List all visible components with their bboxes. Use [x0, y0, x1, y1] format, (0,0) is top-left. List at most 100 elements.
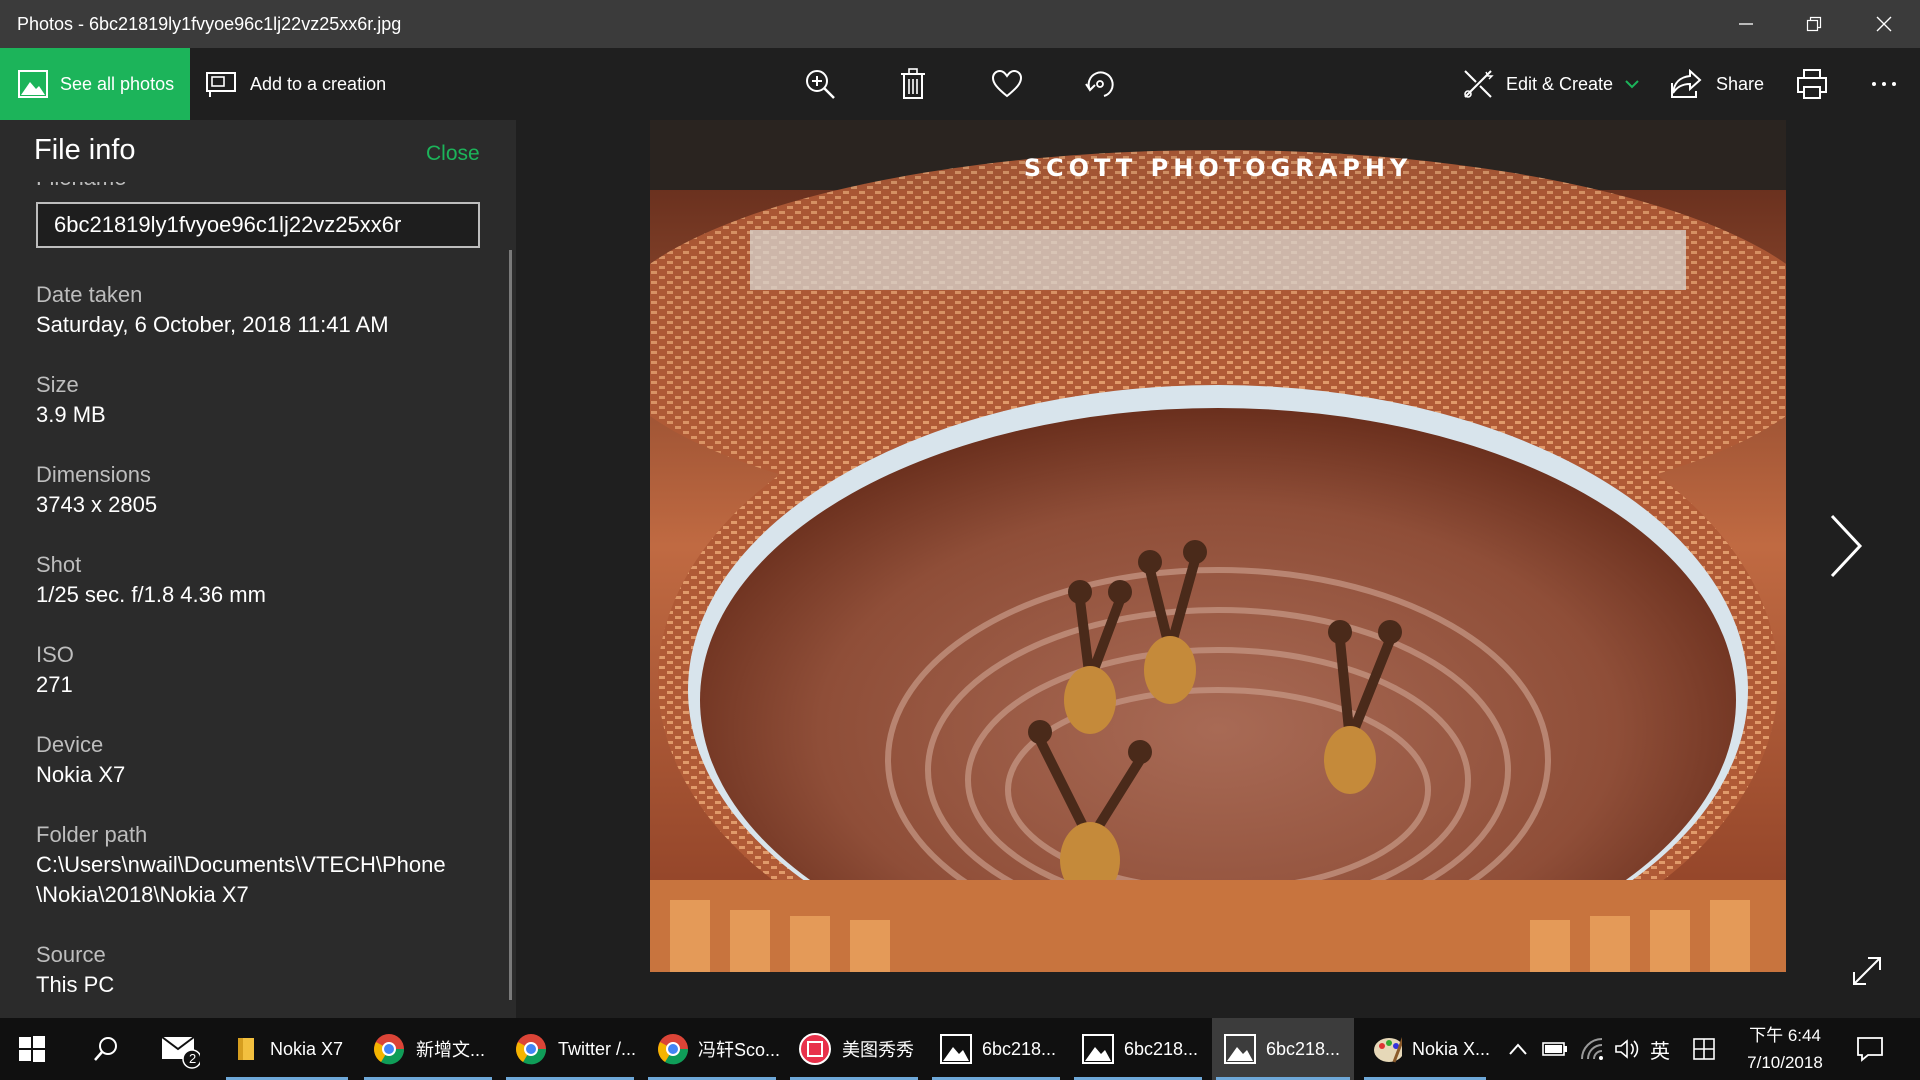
volume-control[interactable] [1614, 1018, 1640, 1080]
taskbar-app-photos-3-active[interactable]: 6bc218... [1212, 1018, 1354, 1080]
file-info-close-button[interactable]: Close [426, 142, 480, 166]
info-value: 3743 x 2805 [36, 492, 158, 517]
next-photo-button[interactable] [1826, 510, 1866, 582]
add-to-creation-label: Add to a creation [250, 73, 387, 94]
taskbar-clock[interactable]: 下午 6:44 7/10/2018 [1730, 1018, 1840, 1080]
minimize-icon [1739, 23, 1753, 25]
info-label: ISO [36, 642, 74, 667]
fullscreen-expand-icon[interactable] [1850, 954, 1884, 988]
battery-status[interactable] [1542, 1018, 1568, 1080]
action-center-button[interactable] [1856, 1018, 1884, 1080]
info-value: This PC [36, 972, 115, 997]
favorite-button[interactable] [977, 48, 1037, 120]
minimize-button[interactable] [1712, 0, 1780, 48]
battery-icon [1542, 1042, 1567, 1056]
taskbar-app-label: Twitter /... [558, 1038, 637, 1059]
toolbar: See all photos Add to a creation Edit & … [0, 48, 1920, 120]
filename-input[interactable] [36, 202, 480, 248]
panel-scrollbar[interactable] [509, 250, 512, 1000]
delete-button[interactable] [883, 48, 943, 120]
photos-icon [1082, 1034, 1114, 1064]
show-hidden-icons-button[interactable] [1508, 1018, 1528, 1080]
info-source: Source This PC [36, 940, 114, 1000]
more-options-button[interactable] [1854, 48, 1914, 120]
taskbar-app-chrome-2[interactable]: Twitter /... [502, 1018, 638, 1080]
ime-language-label: 英 [1650, 1040, 1670, 1063]
windows-logo-icon [19, 1036, 45, 1062]
share-label: Share [1716, 73, 1765, 94]
chevron-up-icon [1509, 1043, 1527, 1055]
info-dimensions: Dimensions 3743 x 2805 [36, 460, 157, 520]
taskbar-app-label: 冯轩Sco... [697, 1040, 780, 1060]
clock-date: 7/10/2018 [1747, 1053, 1823, 1072]
chrome-icon [374, 1034, 405, 1065]
taskbar-app-explorer[interactable]: Nokia X7 [222, 1018, 352, 1080]
taskbar-app-meitu[interactable]: 美图秀秀 [786, 1018, 922, 1080]
file-info-title: File info [34, 134, 136, 166]
chrome-icon [516, 1034, 547, 1065]
ime-grid-icon [1693, 1038, 1715, 1060]
file-info-panel: File info Close Filename Date taken Satu… [0, 120, 516, 1018]
restore-icon [1806, 16, 1822, 32]
taskbar-app-label: 6bc218... [1124, 1038, 1199, 1059]
info-label: Folder path [36, 822, 148, 847]
edit-create-label: Edit & Create [1506, 73, 1614, 94]
photo-watermark: SCOTT PHOTOGRAPHY [1023, 154, 1413, 182]
close-window-button[interactable] [1850, 0, 1918, 48]
zoom-button[interactable] [790, 48, 850, 120]
add-to-creation-button[interactable]: Add to a creation [206, 48, 386, 120]
photos-app-window: Photos - 6bc21819ly1fvyoe96c1lj22vz25xx6… [0, 0, 1920, 1080]
search-button[interactable] [92, 1018, 120, 1080]
print-button[interactable] [1782, 48, 1842, 120]
taskbar-app-paint[interactable]: Nokia X... [1360, 1018, 1490, 1080]
edit-create-icon [1464, 70, 1494, 98]
taskbar-app-chrome-3[interactable]: 冯轩Sco... [644, 1018, 780, 1080]
info-value: 271 [36, 672, 73, 697]
taskbar-app-label: 新增文... [416, 1040, 486, 1060]
clock-time: 下午 6:44 [1749, 1026, 1821, 1045]
info-label: Dimensions [36, 462, 151, 487]
info-value: 1/25 sec. f/1.8 4.36 mm [36, 582, 266, 607]
paint-palette-icon [1374, 1037, 1402, 1063]
taskbar-mail[interactable]: 2 [160, 1018, 200, 1080]
taskbar-app-chrome-1[interactable]: 新增文... [360, 1018, 496, 1080]
input-method-indicator[interactable]: 英 [1650, 1018, 1670, 1080]
rotate-button[interactable] [1070, 48, 1130, 120]
taskbar-app-label: Nokia X7 [270, 1038, 344, 1059]
mail-badge: 2 [189, 1051, 197, 1066]
chrome-icon [658, 1034, 688, 1065]
taskbar-app-photos-2[interactable]: 6bc218... [1070, 1018, 1206, 1080]
taskbar-app-photos-1[interactable]: 6bc218... [928, 1018, 1064, 1080]
wifi-icon [1581, 1038, 1603, 1060]
taskbar-app-label: Nokia X... [1411, 1038, 1490, 1059]
network-status[interactable] [1580, 1018, 1604, 1080]
taskbar-app-label: 美图秀秀 [842, 1040, 914, 1060]
folder-path-link[interactable]: C:\Users\nwail\Documents\VTECH\Phone [36, 850, 446, 880]
info-shot: Shot 1/25 sec. f/1.8 4.36 mm [36, 550, 266, 610]
info-label: Date taken [36, 282, 143, 307]
zoom-in-icon [806, 70, 835, 99]
restore-button[interactable] [1780, 0, 1848, 48]
see-all-photos-label: See all photos [60, 73, 175, 94]
info-device: Device Nokia X7 [36, 730, 125, 790]
photo-image[interactable]: SCOTT PHOTOGRAPHY [650, 120, 1786, 972]
edit-create-button[interactable]: Edit & Create [1462, 48, 1639, 120]
info-label: Device [36, 732, 104, 757]
file-info-header: File info Close [0, 120, 516, 182]
notification-icon [1857, 1037, 1883, 1062]
info-iso: ISO 271 [36, 640, 74, 700]
info-label: Shot [36, 552, 82, 577]
add-to-creation-icon [206, 72, 236, 97]
folder-path-link-line2[interactable]: \Nokia\2018\Nokia X7 [36, 880, 446, 910]
start-button[interactable] [18, 1018, 46, 1080]
folder-icon [238, 1038, 254, 1060]
info-value: Nokia X7 [36, 762, 126, 787]
heart-icon [991, 69, 1023, 98]
taskbar: 2 Nokia X7 新增文... Twitter /... 冯轩Sco... … [0, 1018, 1920, 1080]
ime-mode-button[interactable] [1692, 1018, 1716, 1080]
info-label: Source [36, 942, 106, 967]
share-icon [1671, 69, 1702, 98]
title-bar: Photos - 6bc21819ly1fvyoe96c1lj22vz25xx6… [0, 0, 1920, 48]
see-all-photos-button[interactable]: See all photos [0, 48, 190, 120]
share-button[interactable]: Share [1670, 48, 1764, 120]
